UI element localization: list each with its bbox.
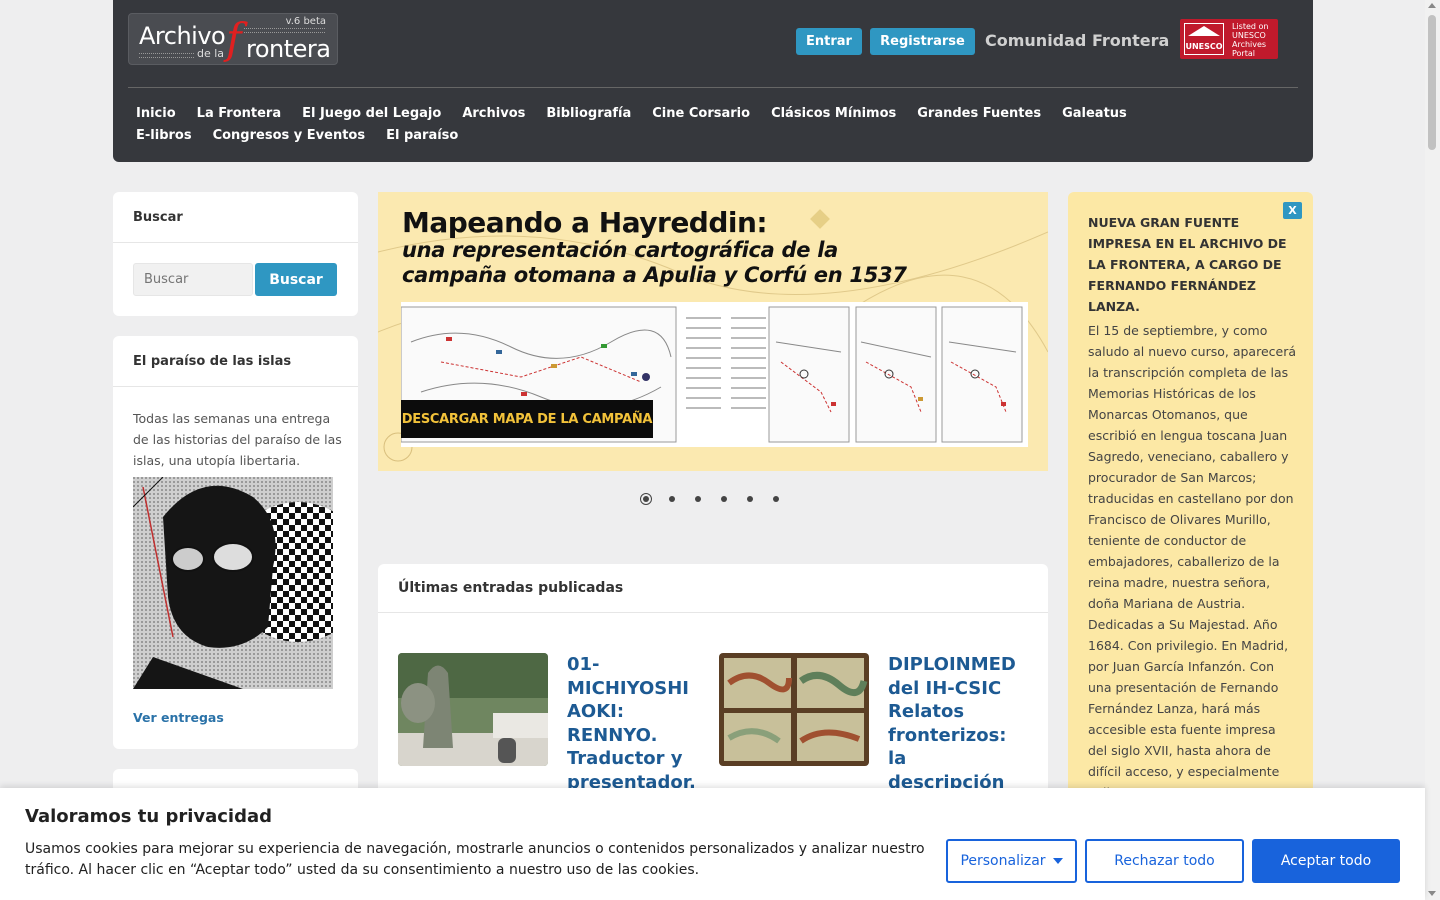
nav-item-cine-corsario[interactable]: Cine Corsario [647, 103, 755, 125]
nav-item-clasicos-minimos[interactable]: Clásicos Mínimos [766, 103, 901, 125]
scrollbar-thumb[interactable] [1428, 15, 1436, 150]
search-input[interactable] [133, 263, 253, 296]
slide-title: Mapeando a Hayreddin: [402, 206, 768, 239]
featured-slider[interactable]: Mapeando a Hayreddin: una representación… [378, 192, 1048, 471]
unesco-badge[interactable]: UNESCO Listed on UNESCO Archives Portal [1180, 19, 1278, 59]
scroll-up-arrow-icon[interactable] [1428, 3, 1436, 8]
search-widget: Buscar Buscar [113, 192, 358, 316]
nav-item-galeatus[interactable]: Galeatus [1057, 103, 1132, 125]
search-widget-title: Buscar [113, 192, 358, 243]
logo-rontera-text: rontera [246, 35, 331, 63]
logo-archivo-text: Archivo [139, 22, 226, 50]
latest-entries-title: Últimas entradas publicadas [378, 564, 1048, 613]
login-button[interactable]: Entrar [796, 28, 862, 55]
logo-version: v.6 beta [285, 16, 326, 27]
nav-item-inicio[interactable]: Inicio [131, 103, 181, 125]
unesco-line: Portal [1232, 49, 1255, 58]
register-button[interactable]: Registrarse [870, 28, 975, 55]
site-logo[interactable]: Archivo de la f rontera v.6 beta [128, 13, 338, 65]
notice-box: X NUEVA GRAN FUENTE IMPRESA EN EL ARCHIV… [1068, 192, 1313, 812]
scroll-down-arrow-icon[interactable] [1428, 891, 1436, 896]
customize-cookies-button[interactable]: Personalizar [946, 839, 1077, 883]
cookie-title: Valoramos tu privacidad [25, 806, 273, 827]
customize-label: Personalizar [960, 853, 1046, 869]
notice-body: El 15 de septiembre, y como saludo al nu… [1088, 323, 1296, 800]
nav-item-juego-legajo[interactable]: El Juego del Legajo [297, 103, 446, 125]
cookie-text: Usamos cookies para mejorar su experienc… [25, 841, 925, 878]
islas-description: Todas las semanas una entrega de las his… [133, 411, 342, 468]
unesco-roof-shape [1188, 26, 1220, 36]
search-button[interactable]: Buscar [255, 263, 337, 296]
islas-widget: El paraíso de las islas Todas las semana… [113, 336, 358, 749]
nav-item-grandes-fuentes[interactable]: Grandes Fuentes [912, 103, 1046, 125]
logo-f-letter: f [226, 14, 242, 63]
entry-thumbnail[interactable] [398, 653, 548, 766]
islas-widget-title: El paraíso de las islas [113, 336, 358, 387]
nav-item-archivos[interactable]: Archivos [457, 103, 530, 125]
slider-dot[interactable] [692, 493, 704, 505]
slider-dot[interactable] [718, 493, 730, 505]
unesco-line: Archives [1232, 40, 1267, 49]
unesco-badge-text: Listed on UNESCO Archives Portal [1232, 22, 1269, 58]
community-link[interactable]: Comunidad Frontera [985, 31, 1169, 50]
unesco-temple-icon: UNESCO [1184, 23, 1224, 55]
notice-title: NUEVA GRAN FUENTE IMPRESA EN EL ARCHIVO … [1088, 215, 1287, 314]
nav-item-congresos[interactable]: Congresos y Eventos [208, 125, 371, 147]
logo-dots-decoration [244, 28, 325, 33]
entry-title-link[interactable]: 01- MICHIYOSHI AOKI: RENNYO. Traductor y… [567, 653, 702, 794]
slider-dot[interactable] [770, 493, 782, 505]
slide-subtitle: una representación cartográfica de la ca… [402, 238, 907, 288]
slide-subtitle-line: una representación cartográfica de la [402, 238, 838, 262]
logo-dela-text: de la [197, 47, 225, 60]
unesco-line: Listed on [1232, 22, 1269, 31]
download-map-button[interactable]: DESCARGAR MAPA DE LA CAMPAÑA [401, 400, 653, 438]
caret-down-icon [1052, 858, 1063, 864]
cookie-consent-banner: Valoramos tu privacidad Usamos cookies p… [0, 788, 1425, 900]
slider-dot[interactable] [640, 493, 652, 505]
unesco-line: UNESCO [1232, 31, 1266, 40]
nav-item-e-libros[interactable]: E-libros [131, 125, 197, 147]
entry-title-link[interactable]: DIPLOINMED del IH-CSIC Relatos fronteriz… [888, 653, 1023, 794]
nav-item-la-frontera[interactable]: La Frontera [192, 103, 286, 125]
slider-dot[interactable] [744, 493, 756, 505]
nav-item-el-paraiso[interactable]: El paraíso [381, 125, 463, 147]
entry-thumbnail[interactable] [719, 653, 869, 766]
reject-all-button[interactable]: Rechazar todo [1085, 839, 1244, 883]
unesco-mark-text: UNESCO [1185, 42, 1223, 51]
slider-pagination [640, 493, 796, 505]
header-divider [128, 87, 1298, 88]
slide-subtitle-line: campaña otomana a Apulia y Corfú en 1537 [402, 263, 907, 287]
page-scrollbar[interactable] [1425, 0, 1440, 900]
main-nav: Inicio La Frontera El Juego del Legajo A… [131, 103, 1171, 147]
nav-item-bibliografia[interactable]: Bibliografía [541, 103, 636, 125]
islas-portrait-image[interactable] [133, 477, 333, 689]
logo-dots-decoration [139, 53, 194, 58]
accept-all-button[interactable]: Aceptar todo [1252, 839, 1400, 883]
ver-entregas-link[interactable]: Ver entregas [133, 710, 224, 725]
site-header: Archivo de la f rontera v.6 beta Entrar … [113, 0, 1313, 162]
slider-dot[interactable] [666, 493, 678, 505]
